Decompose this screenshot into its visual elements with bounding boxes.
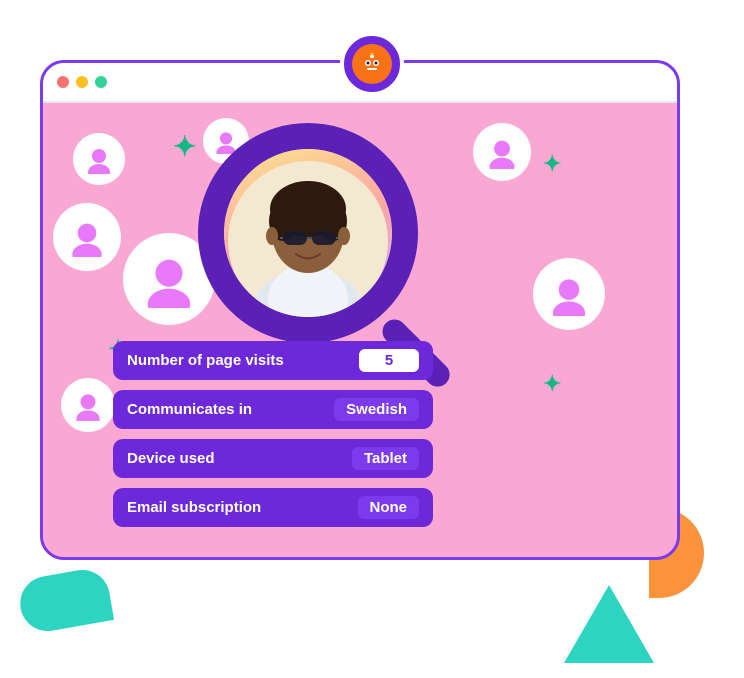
person-svg (228, 161, 388, 321)
sparkle-3: ✦ (543, 153, 561, 175)
info-cards-container: Number of page visits 5 Communicates in … (113, 341, 433, 527)
dot-red (57, 76, 69, 88)
user-icon-4 (140, 250, 198, 308)
device-value: Tablet (352, 447, 419, 470)
page-visits-label: Number of page visits (127, 352, 349, 369)
user-icon-6 (485, 135, 519, 169)
browser-window: ✦ (40, 60, 680, 560)
dot-green (95, 76, 107, 88)
info-card-communicates: Communicates in Swedish (113, 390, 433, 429)
user-circle-5 (61, 378, 115, 432)
user-circle-3 (53, 203, 121, 271)
info-card-email: Email subscription None (113, 488, 433, 527)
communicates-label: Communicates in (127, 401, 324, 418)
sparkle-4: ✦ (543, 373, 561, 395)
page-visits-value: 5 (359, 349, 419, 372)
info-card-page-visits: Number of page visits 5 (113, 341, 433, 380)
robot-avatar (340, 32, 404, 96)
user-circle-1 (73, 133, 125, 185)
teal-decoration (16, 566, 114, 636)
user-icon-5 (72, 389, 104, 421)
sparkle-1: ✦ (173, 133, 196, 161)
communicates-value: Swedish (334, 398, 419, 421)
email-value: None (358, 496, 420, 519)
robot-icon-svg (358, 50, 386, 78)
user-circle-6 (473, 123, 531, 181)
user-circle-7 (533, 258, 605, 330)
user-icon-1 (84, 144, 114, 174)
scene: ✦ (0, 0, 744, 678)
device-label: Device used (127, 450, 342, 467)
browser-content: ✦ (43, 103, 677, 557)
email-label: Email subscription (127, 499, 348, 516)
robot-face (352, 44, 392, 84)
user-icon-3 (67, 217, 107, 257)
triangle-decoration (564, 585, 654, 663)
user-icon-7 (547, 272, 591, 316)
magnifier-lens (198, 123, 418, 343)
person-photo (224, 146, 392, 321)
dot-yellow (76, 76, 88, 88)
info-card-device: Device used Tablet (113, 439, 433, 478)
